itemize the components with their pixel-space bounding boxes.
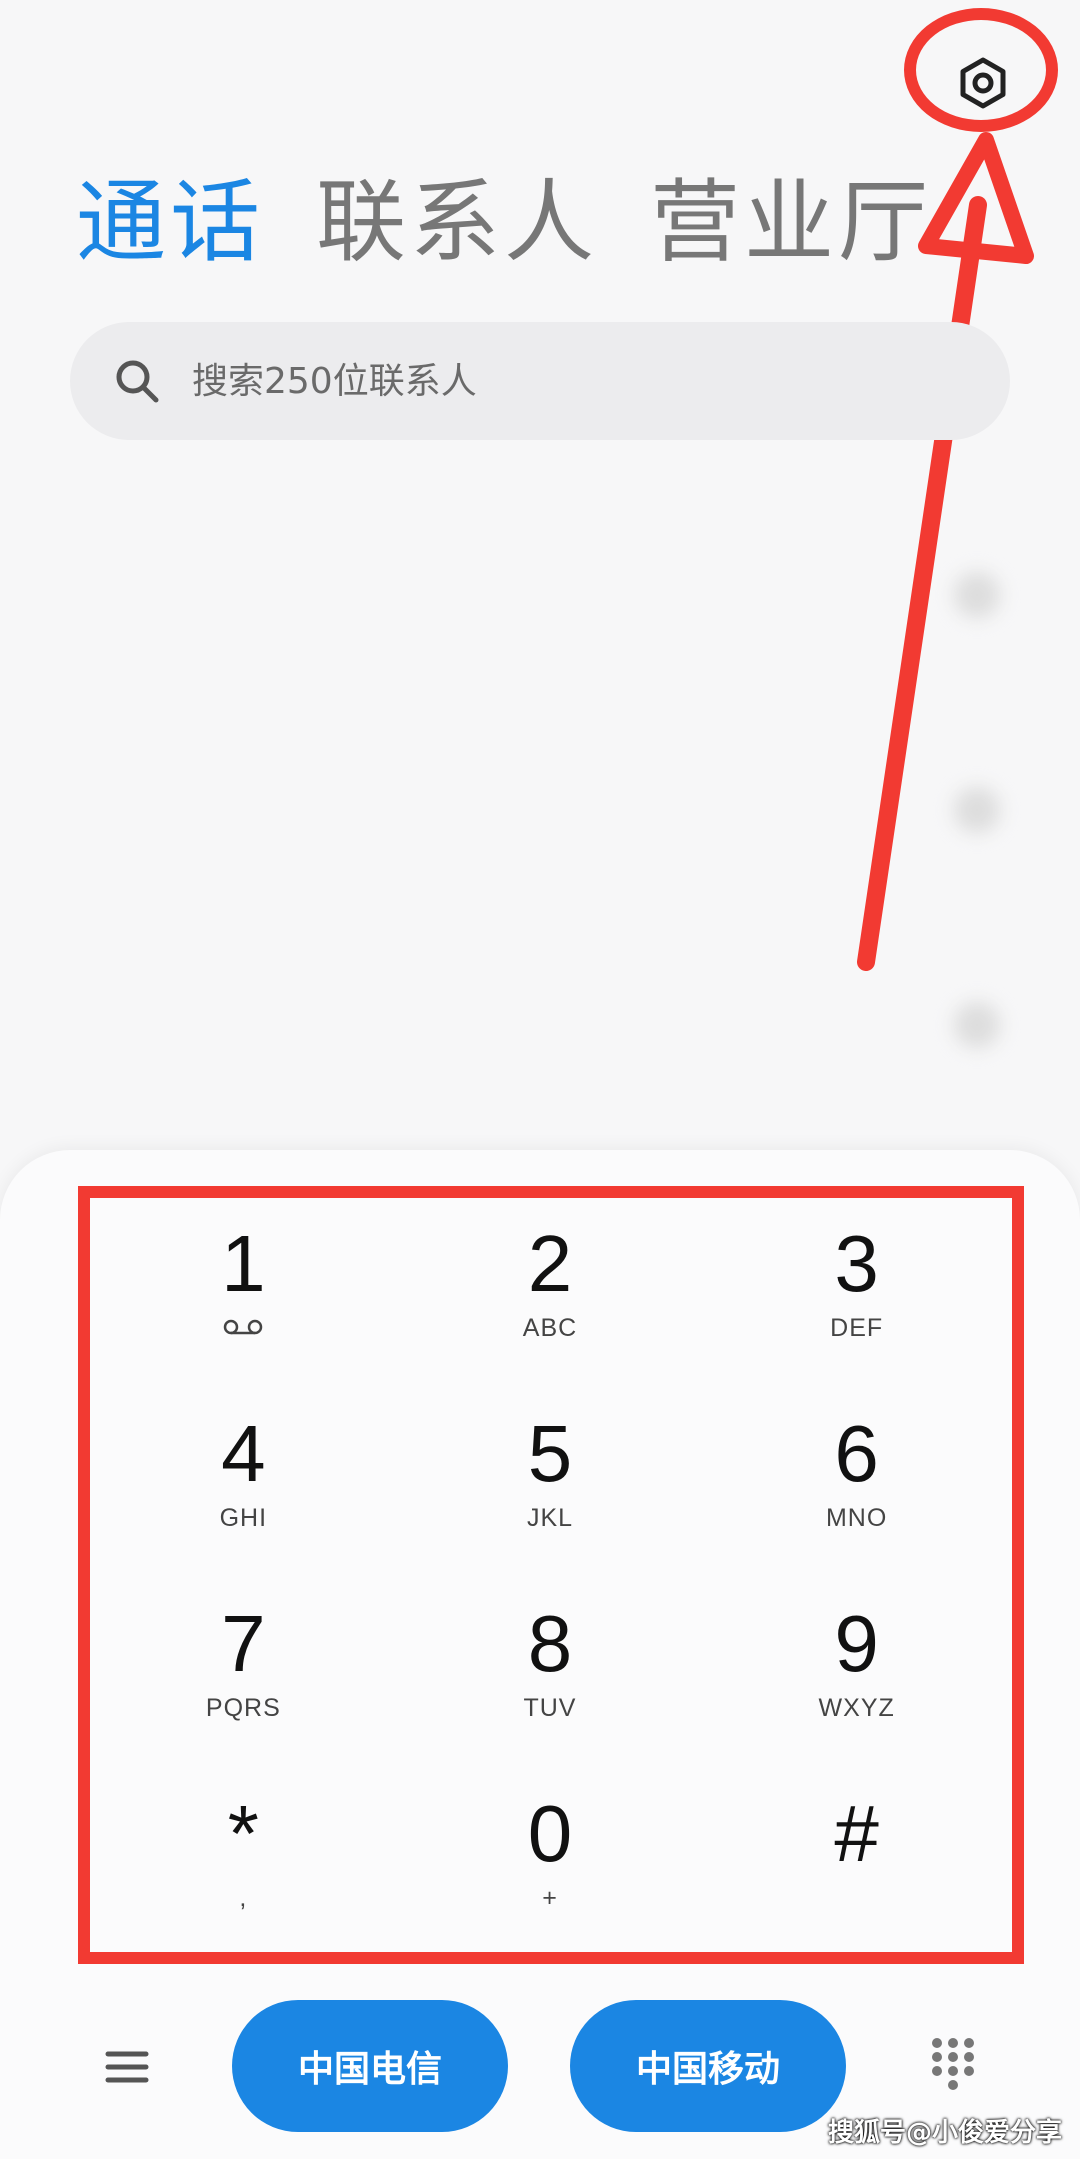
key-digit: 1 — [221, 1219, 266, 1308]
call-log-row[interactable] — [0, 520, 1080, 735]
key-0[interactable]: 0 + — [397, 1768, 704, 1958]
key-digit: 2 — [527, 1219, 573, 1308]
dialpad-icon[interactable] — [930, 2036, 976, 2100]
call-log-list — [0, 520, 1080, 1165]
key-3[interactable]: 3 DEF — [703, 1198, 1010, 1388]
search-icon — [116, 360, 159, 403]
call-log-row[interactable] — [0, 950, 1080, 1165]
key-letters: + — [542, 1884, 558, 1912]
key-digit: 3 — [834, 1219, 879, 1308]
settings-button[interactable] — [938, 38, 1028, 128]
key-letters: MNO — [825, 1504, 888, 1532]
key-letters: , — [239, 1884, 248, 1912]
key-digit: 0 — [527, 1789, 573, 1878]
key-digit: * — [227, 1789, 259, 1878]
call-sim1-button[interactable]: 中国电信 — [232, 2000, 508, 2132]
menu-icon[interactable] — [104, 2044, 150, 2090]
key-7[interactable]: 7 PQRS — [90, 1578, 397, 1768]
key-digit: 8 — [527, 1599, 573, 1688]
key-letters: JKL — [526, 1504, 574, 1532]
key-letters: DEF — [830, 1314, 884, 1342]
key-letters: PQRS — [205, 1694, 281, 1722]
key-4[interactable]: 4 GHI — [90, 1388, 397, 1578]
tab-calls[interactable]: 通话 — [76, 168, 264, 278]
top-tabs: 通话 联系人 营业厅 — [76, 168, 932, 278]
key-6[interactable]: 6 MNO — [703, 1388, 1010, 1578]
voicemail-icon — [224, 1319, 263, 1335]
search-input[interactable] — [190, 359, 954, 403]
call-sim2-button[interactable]: 中国移动 — [570, 2000, 846, 2132]
search-bar[interactable] — [70, 322, 1010, 440]
watermark: 搜狐号@小俊爱分享 — [827, 2118, 1062, 2148]
info-icon[interactable] — [954, 1002, 1000, 1048]
tab-business-hall[interactable]: 营业厅 — [650, 168, 932, 278]
key-star[interactable]: * , — [90, 1768, 397, 1958]
dialpad: 1 2 ABC 3 DEF 4 GHI 5 JKL 6 MNO 7 PQRS 8… — [90, 1198, 1010, 1958]
key-8[interactable]: 8 TUV — [397, 1578, 704, 1768]
key-9[interactable]: 9 WXYZ — [703, 1578, 1010, 1768]
call-log-row[interactable] — [0, 735, 1080, 950]
key-digit: 5 — [527, 1409, 573, 1498]
key-2[interactable]: 2 ABC — [397, 1198, 704, 1388]
tab-contacts[interactable]: 联系人 — [316, 168, 598, 278]
info-icon[interactable] — [954, 787, 1000, 833]
key-hash[interactable]: # — [703, 1768, 1010, 1958]
key-5[interactable]: 5 JKL — [397, 1388, 704, 1578]
info-icon[interactable] — [954, 572, 1000, 618]
key-digit: # — [834, 1789, 879, 1878]
key-letters: ABC — [522, 1314, 578, 1342]
key-digit: 6 — [834, 1409, 879, 1498]
key-digit: 9 — [834, 1599, 879, 1688]
key-1[interactable]: 1 — [90, 1198, 397, 1388]
key-letters: WXYZ — [818, 1694, 895, 1722]
key-digit: 4 — [221, 1409, 266, 1498]
key-letters: GHI — [219, 1504, 268, 1532]
key-letters: TUV — [523, 1694, 577, 1722]
key-digit: 7 — [221, 1599, 266, 1688]
gear-icon — [960, 57, 1006, 109]
